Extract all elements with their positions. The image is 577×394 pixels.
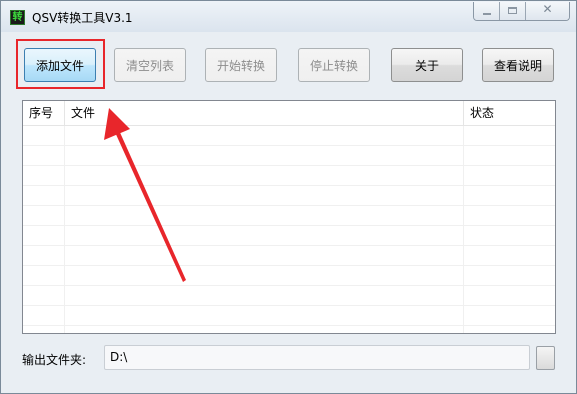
stop-convert-button[interactable]: 停止转换 (298, 48, 370, 82)
file-list-body (23, 126, 555, 333)
close-button[interactable]: ✕ (526, 2, 569, 20)
grid-row-line (23, 325, 555, 326)
grid-row-line (23, 205, 555, 206)
grid-row-line (23, 225, 555, 226)
output-folder-label: 输出文件夹: (22, 353, 87, 367)
window-title: QSV转换工具V3.1 (32, 11, 133, 25)
grid-row-line (23, 185, 555, 186)
file-list[interactable]: 序号 文件 状态 (22, 100, 556, 334)
grid-column-line (463, 126, 464, 333)
view-help-button[interactable]: 查看说明 (482, 48, 554, 82)
title-bar[interactable]: 转 QSV转换工具V3.1 ✕ (1, 1, 576, 32)
column-header-index[interactable]: 序号 (23, 101, 65, 125)
grid-row-line (23, 285, 555, 286)
file-list-header: 序号 文件 状态 (23, 101, 555, 126)
browse-folder-button[interactable] (536, 346, 555, 370)
about-button[interactable]: 关于 (391, 48, 463, 82)
minimize-icon (483, 13, 491, 15)
grid-row-line (23, 165, 555, 166)
close-icon: ✕ (542, 2, 553, 16)
grid-row-line (23, 305, 555, 306)
maximize-icon (508, 7, 517, 14)
minimize-button[interactable] (474, 2, 500, 20)
add-file-button[interactable]: 添加文件 (24, 48, 96, 82)
output-folder-field[interactable]: D:\ (104, 345, 530, 370)
grid-row-line (23, 245, 555, 246)
column-header-status[interactable]: 状态 (464, 101, 554, 125)
column-header-file[interactable]: 文件 (65, 101, 464, 125)
clear-list-button[interactable]: 清空列表 (114, 48, 186, 82)
grid-row-line (23, 265, 555, 266)
grid-column-line (64, 126, 65, 333)
app-icon: 转 (10, 10, 25, 25)
window-controls: ✕ (473, 2, 570, 21)
grid-row-line (23, 145, 555, 146)
maximize-button[interactable] (500, 2, 526, 20)
start-convert-button[interactable]: 开始转换 (205, 48, 277, 82)
